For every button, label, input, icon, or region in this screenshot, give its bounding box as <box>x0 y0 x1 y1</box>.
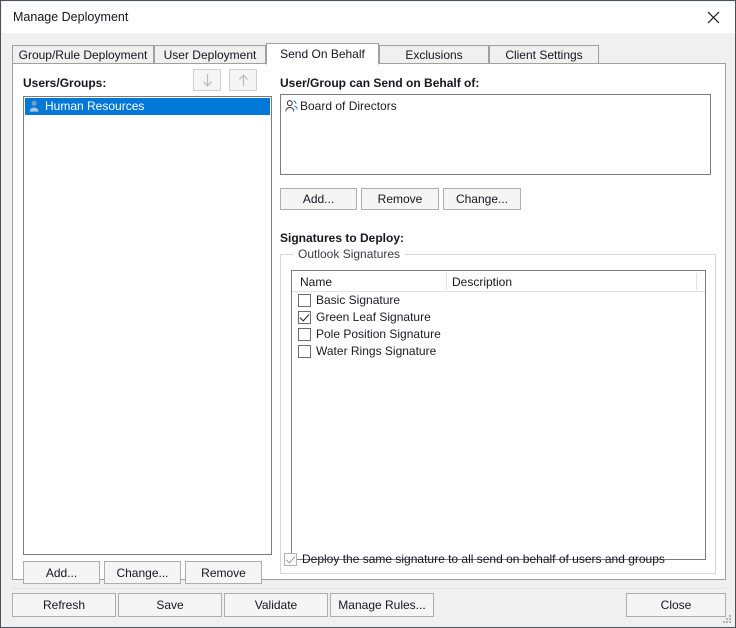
signature-checkbox[interactable] <box>298 328 311 341</box>
column-header-description[interactable]: Description <box>452 275 512 289</box>
deploy-same-signature-checkbox[interactable] <box>284 552 297 566</box>
table-row[interactable]: Water Rings Signature <box>292 343 705 360</box>
tab-send-on-behalf[interactable]: Send On Behalf <box>266 43 379 65</box>
sob-add-button[interactable]: Add... <box>280 188 357 210</box>
signature-checkbox[interactable] <box>298 311 311 324</box>
tab-label: Group/Rule Deployment <box>18 47 148 62</box>
table-row[interactable]: Green Leaf Signature <box>292 309 705 326</box>
manage-deployment-window: Manage Deployment Group/Rule Deployment … <box>0 0 736 628</box>
signature-name: Water Rings Signature <box>316 344 437 358</box>
save-button[interactable]: Save <box>118 593 222 617</box>
move-up-button[interactable] <box>229 69 257 91</box>
signature-name: Basic Signature <box>316 293 401 307</box>
users-remove-button[interactable]: Remove <box>185 561 262 584</box>
table-row[interactable]: Pole Position Signature <box>292 326 705 343</box>
list-item-label: Human Resources <box>45 99 145 113</box>
list-item-label: Board of Directors <box>300 99 397 113</box>
tab-client-settings[interactable]: Client Settings <box>489 45 599 64</box>
tab-strip: Group/Rule Deployment User Deployment Se… <box>12 43 726 65</box>
tab-label: User Deployment <box>163 47 257 62</box>
users-add-button[interactable]: Add... <box>23 561 100 584</box>
tab-label: Client Settings <box>505 47 583 62</box>
tab-user-deployment[interactable]: User Deployment <box>154 45 266 64</box>
tab-label: Send On Behalf <box>280 47 365 61</box>
column-divider[interactable] <box>696 273 697 290</box>
close-icon[interactable] <box>690 2 735 33</box>
resize-grip[interactable] <box>721 613 732 624</box>
signature-name: Green Leaf Signature <box>316 310 431 324</box>
signature-checkbox[interactable] <box>298 294 311 307</box>
window-title: Manage Deployment <box>13 10 129 24</box>
signature-name: Pole Position Signature <box>316 327 441 341</box>
outlook-signatures-groupbox: Outlook Signatures Name Description Basi… <box>280 247 716 574</box>
signatures-list-header: Name Description <box>292 271 705 292</box>
users-groups-label: Users/Groups: <box>23 76 107 90</box>
group-icon <box>28 99 43 114</box>
users-change-button[interactable]: Change... <box>104 561 181 584</box>
column-divider[interactable] <box>446 273 447 290</box>
users-groups-list[interactable]: Human Resources <box>23 96 272 555</box>
send-on-behalf-label: User/Group can Send on Behalf of: <box>280 76 480 90</box>
tab-exclusions[interactable]: Exclusions <box>379 45 489 64</box>
tab-group-rule-deployment[interactable]: Group/Rule Deployment <box>12 45 154 64</box>
close-button[interactable]: Close <box>626 593 726 617</box>
send-on-behalf-list[interactable]: Board of Directors <box>280 94 711 175</box>
list-item[interactable]: Board of Directors <box>284 97 709 115</box>
tab-label: Exclusions <box>405 47 463 62</box>
signature-checkbox[interactable] <box>298 345 311 358</box>
signatures-list[interactable]: Name Description Basic Signature Green L… <box>291 270 706 560</box>
signatures-to-deploy-label: Signatures to Deploy: <box>280 231 405 245</box>
validate-button[interactable]: Validate <box>224 593 328 617</box>
send-on-behalf-panel: Users/Groups: Human Resources Add... Cha… <box>12 63 726 584</box>
groupbox-title: Outlook Signatures <box>293 247 406 261</box>
list-item[interactable]: Human Resources <box>25 98 270 115</box>
deploy-same-signature-label: Deploy the same signature to all send on… <box>302 552 665 566</box>
sob-change-button[interactable]: Change... <box>443 188 521 210</box>
manage-rules-button[interactable]: Manage Rules... <box>330 593 434 617</box>
sob-remove-button[interactable]: Remove <box>361 188 439 210</box>
move-down-button[interactable] <box>193 69 221 91</box>
deploy-same-signature-checkbox-row[interactable]: Deploy the same signature to all send on… <box>284 552 665 566</box>
table-row[interactable]: Basic Signature <box>292 292 705 309</box>
column-header-name[interactable]: Name <box>300 275 332 289</box>
refresh-button[interactable]: Refresh <box>12 593 116 617</box>
bottom-divider <box>12 588 726 589</box>
group-icon <box>284 99 299 114</box>
title-bar: Manage Deployment <box>2 2 735 33</box>
